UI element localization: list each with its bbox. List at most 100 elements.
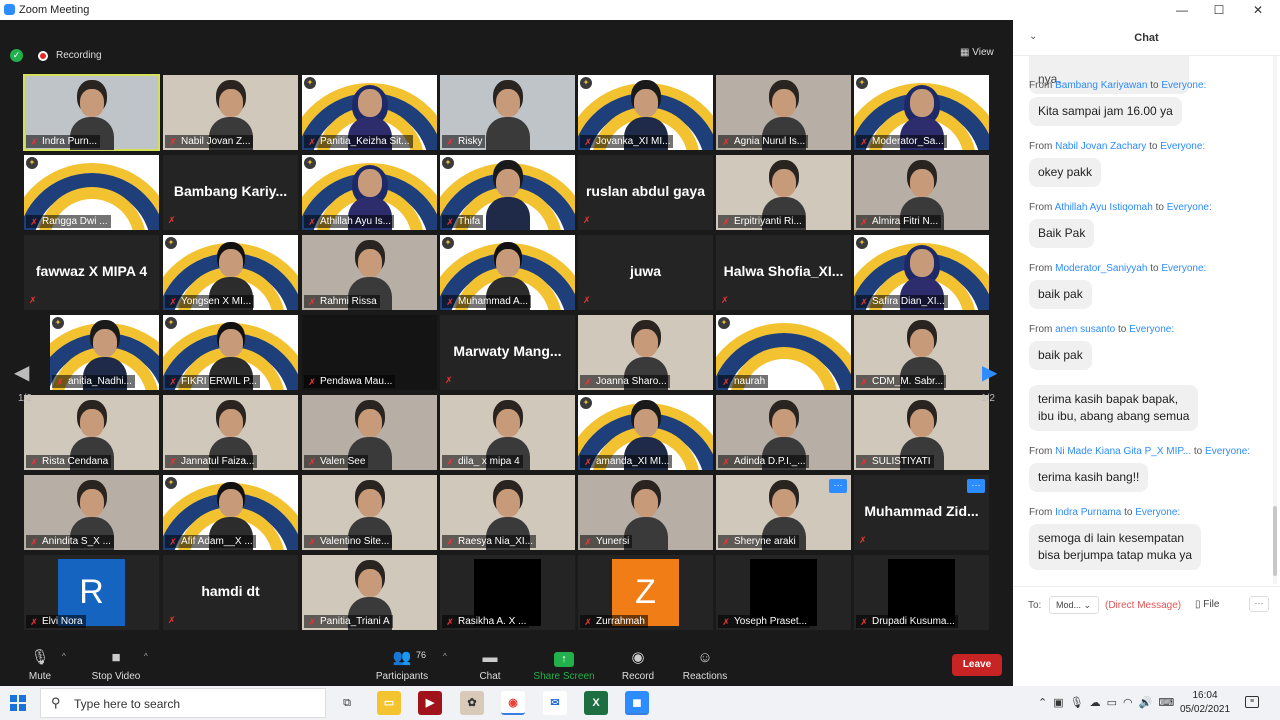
participant-tile[interactable]: ✦ ✗ Athillah Ayu Is... xyxy=(302,155,437,230)
chrome-icon[interactable]: ◉ xyxy=(501,691,525,715)
participant-tile[interactable]: R ✗ Elvi Nora xyxy=(24,555,159,630)
participant-tile[interactable]: hamdi dt ✗ xyxy=(163,555,298,630)
chat-more-button[interactable]: ··· xyxy=(1249,596,1269,612)
media-app-icon[interactable]: ▶ xyxy=(418,691,442,715)
zoom-taskbar-icon[interactable]: ◼ xyxy=(625,691,649,715)
tray-microphone-icon[interactable]: 🎙 xyxy=(1070,697,1090,709)
chat-recipient[interactable]: Everyone: xyxy=(1160,141,1205,152)
participant-tile[interactable]: ✗ dila_ x mipa 4 xyxy=(440,395,575,470)
participant-tile[interactable]: ✗ Jannatul Faiza... xyxy=(163,395,298,470)
participant-tile[interactable]: Muhammad Zid... ··· ✗ xyxy=(854,475,989,550)
share-screen-button[interactable]: ↑ Share Screen xyxy=(524,648,604,682)
tray-cloud-icon[interactable]: ☁ xyxy=(1090,697,1107,709)
reactions-button[interactable]: ☺ Reactions xyxy=(665,648,745,682)
participant-tile[interactable]: ✗ Drupadi Kusuma... xyxy=(854,555,989,630)
minimize-button[interactable]: — xyxy=(1162,1,1202,19)
chat-recipient[interactable]: Everyone: xyxy=(1161,80,1206,91)
participant-tile[interactable]: Halwa Shofia_XI... ✗ xyxy=(716,235,851,310)
participant-tile[interactable]: ✗ Risky xyxy=(440,75,575,150)
windows-start-icon[interactable] xyxy=(10,695,26,711)
chat-sender[interactable]: Bambang Kariyawan xyxy=(1055,80,1147,91)
chat-recipient[interactable]: Everyone: xyxy=(1135,507,1180,518)
participant-tile[interactable]: ✗ Pendawa Mau... xyxy=(302,315,437,390)
chat-messages[interactable]: nya. From Bambang Kariyawan to Everyone:… xyxy=(1013,56,1271,584)
mute-button[interactable]: 🎙 Mute xyxy=(0,648,80,682)
taskbar-search-box[interactable]: ⚲ Type here to search xyxy=(40,688,326,718)
participants-caret-icon[interactable]: ^ xyxy=(443,652,447,661)
participants-button[interactable]: 👥 Participants xyxy=(362,648,442,682)
participant-tile[interactable]: ✗ Joanna Sharo... xyxy=(578,315,713,390)
chat-sender[interactable]: Nabil Jovan Zachary xyxy=(1055,141,1146,152)
participant-tile[interactable]: ✗ Almira Fitri N... xyxy=(854,155,989,230)
participant-tile[interactable]: ✦ ✗ Afif Adam__X ... xyxy=(163,475,298,550)
close-button[interactable]: ✕ xyxy=(1238,1,1278,19)
chat-scrollbar[interactable] xyxy=(1273,56,1277,584)
chat-sender[interactable]: Ni Made Kiana Gita P_X MIP... xyxy=(1055,446,1191,457)
participant-tile[interactable]: ✗ Indra Purn... xyxy=(23,74,160,151)
participant-tile[interactable]: ✗ Erpitriyanti Ri... xyxy=(716,155,851,230)
participant-tile[interactable]: ✦ ✗ Rangga Dwi ... xyxy=(24,155,159,230)
participant-tile[interactable]: ✦ ✗ Jovanka_XI MI... xyxy=(578,75,713,150)
tile-more-options-button[interactable]: ··· xyxy=(967,479,985,493)
chat-sender[interactable]: Indra Purnama xyxy=(1055,507,1121,518)
file-explorer-icon[interactable]: ▭ xyxy=(377,691,401,715)
participant-tile[interactable]: ruslan abdul gaya ✗ xyxy=(578,155,713,230)
recording-label[interactable]: Recording xyxy=(56,50,102,61)
tile-more-options-button[interactable]: ··· xyxy=(829,479,847,493)
chat-recipient[interactable]: Everyone: xyxy=(1129,324,1174,335)
participant-tile[interactable]: ✦ ✗ Yongsen X MI... xyxy=(163,235,298,310)
participant-tile[interactable]: ✗ Rista Cendana xyxy=(24,395,159,470)
excel-icon[interactable]: X xyxy=(584,691,608,715)
view-button[interactable]: ▦ View xyxy=(960,47,994,58)
language-icon[interactable]: ⌨ xyxy=(1158,697,1180,709)
audio-options-caret-icon[interactable]: ^ xyxy=(62,652,66,661)
participant-tile[interactable]: ··· ✗ Sheryne araki xyxy=(716,475,851,550)
participant-tile[interactable]: ✦ ✗ FIKRI ERWIL P... xyxy=(163,315,298,390)
participant-tile[interactable]: juwa ✗ xyxy=(578,235,713,310)
participant-tile[interactable]: ✦ ✗ anitia_Nadhi... xyxy=(50,315,159,390)
chat-scrollbar-thumb[interactable] xyxy=(1273,506,1277,576)
file-button[interactable]: ▯ File xyxy=(1195,599,1219,610)
chat-sender[interactable]: anen susanto xyxy=(1055,324,1115,335)
encryption-shield-icon[interactable]: ✓ xyxy=(10,49,23,62)
chat-recipient[interactable]: Everyone: xyxy=(1161,263,1206,274)
chat-sender[interactable]: Athillah Ayu Istiqomah xyxy=(1055,202,1153,213)
participant-tile[interactable]: fawwaz X MIPA 4 ✗ xyxy=(24,235,159,310)
participant-tile[interactable]: ✗ Nabil Jovan Z... xyxy=(163,75,298,150)
participant-tile[interactable]: Bambang Kariy... ✗ xyxy=(163,155,298,230)
participant-tile[interactable]: ✦ ✗ Thifa xyxy=(440,155,575,230)
notification-icon[interactable]: ≡ xyxy=(1245,696,1259,708)
participant-tile[interactable]: ✗ SULISTIYATI xyxy=(854,395,989,470)
tray-app-icon[interactable]: ▣ xyxy=(1053,697,1069,709)
participant-tile[interactable]: ✦ ✗ Muhammad A... xyxy=(440,235,575,310)
participant-tile[interactable]: ✗ Valen See xyxy=(302,395,437,470)
leave-button[interactable]: Leave xyxy=(952,654,1002,676)
participant-tile[interactable]: ✗ Yunersi xyxy=(578,475,713,550)
chat-button[interactable]: ▬ Chat xyxy=(450,648,530,682)
participant-tile[interactable]: ✦ ✗ Moderator_Sa... xyxy=(854,75,989,150)
volume-icon[interactable]: 🔊 xyxy=(1139,697,1159,709)
next-page-icon[interactable]: ▶ xyxy=(982,360,997,385)
participant-tile[interactable]: Z ✗ Zurrahmah xyxy=(578,555,713,630)
participant-tile[interactable]: ✗ Panitia_Triani A xyxy=(302,555,437,630)
participant-tile[interactable]: ✦ ✗ Safira Dian_XI... xyxy=(854,235,989,310)
video-options-caret-icon[interactable]: ^ xyxy=(144,652,148,661)
participant-tile[interactable]: ✗ Anindita S_X ... xyxy=(24,475,159,550)
chat-sender[interactable]: Moderator_Saniyyah xyxy=(1055,263,1147,274)
image-app-icon[interactable]: ✿ xyxy=(460,691,484,715)
battery-icon[interactable]: ▭ xyxy=(1107,697,1123,709)
participant-tile[interactable]: ✗ Rahmi Rissa xyxy=(302,235,437,310)
taskbar-clock[interactable]: 16:04 05/02/2021 xyxy=(1180,689,1230,717)
chat-recipient[interactable]: Everyone: xyxy=(1205,446,1250,457)
system-tray[interactable]: ⌃▣🎙☁▭◠🔊⌨ xyxy=(1038,696,1180,709)
participant-tile[interactable]: Marwaty Mang... ✗ xyxy=(440,315,575,390)
participant-tile[interactable]: ✗ Valentino Site... xyxy=(302,475,437,550)
participant-tile[interactable]: ✗ CDM_M. Sabr... xyxy=(854,315,989,390)
participant-tile[interactable]: ✗ Adinda D.P.I._... xyxy=(716,395,851,470)
participant-tile[interactable]: ✗ Raesya Nia_XI... xyxy=(440,475,575,550)
mail-app-icon[interactable]: ✉ xyxy=(543,691,567,715)
participant-tile[interactable]: ✗ Yoseph Praset... xyxy=(716,555,851,630)
wifi-icon[interactable]: ◠ xyxy=(1123,697,1139,709)
chat-recipient[interactable]: Everyone: xyxy=(1167,202,1212,213)
participant-tile[interactable]: ✦ ✗ naurah xyxy=(716,315,851,390)
